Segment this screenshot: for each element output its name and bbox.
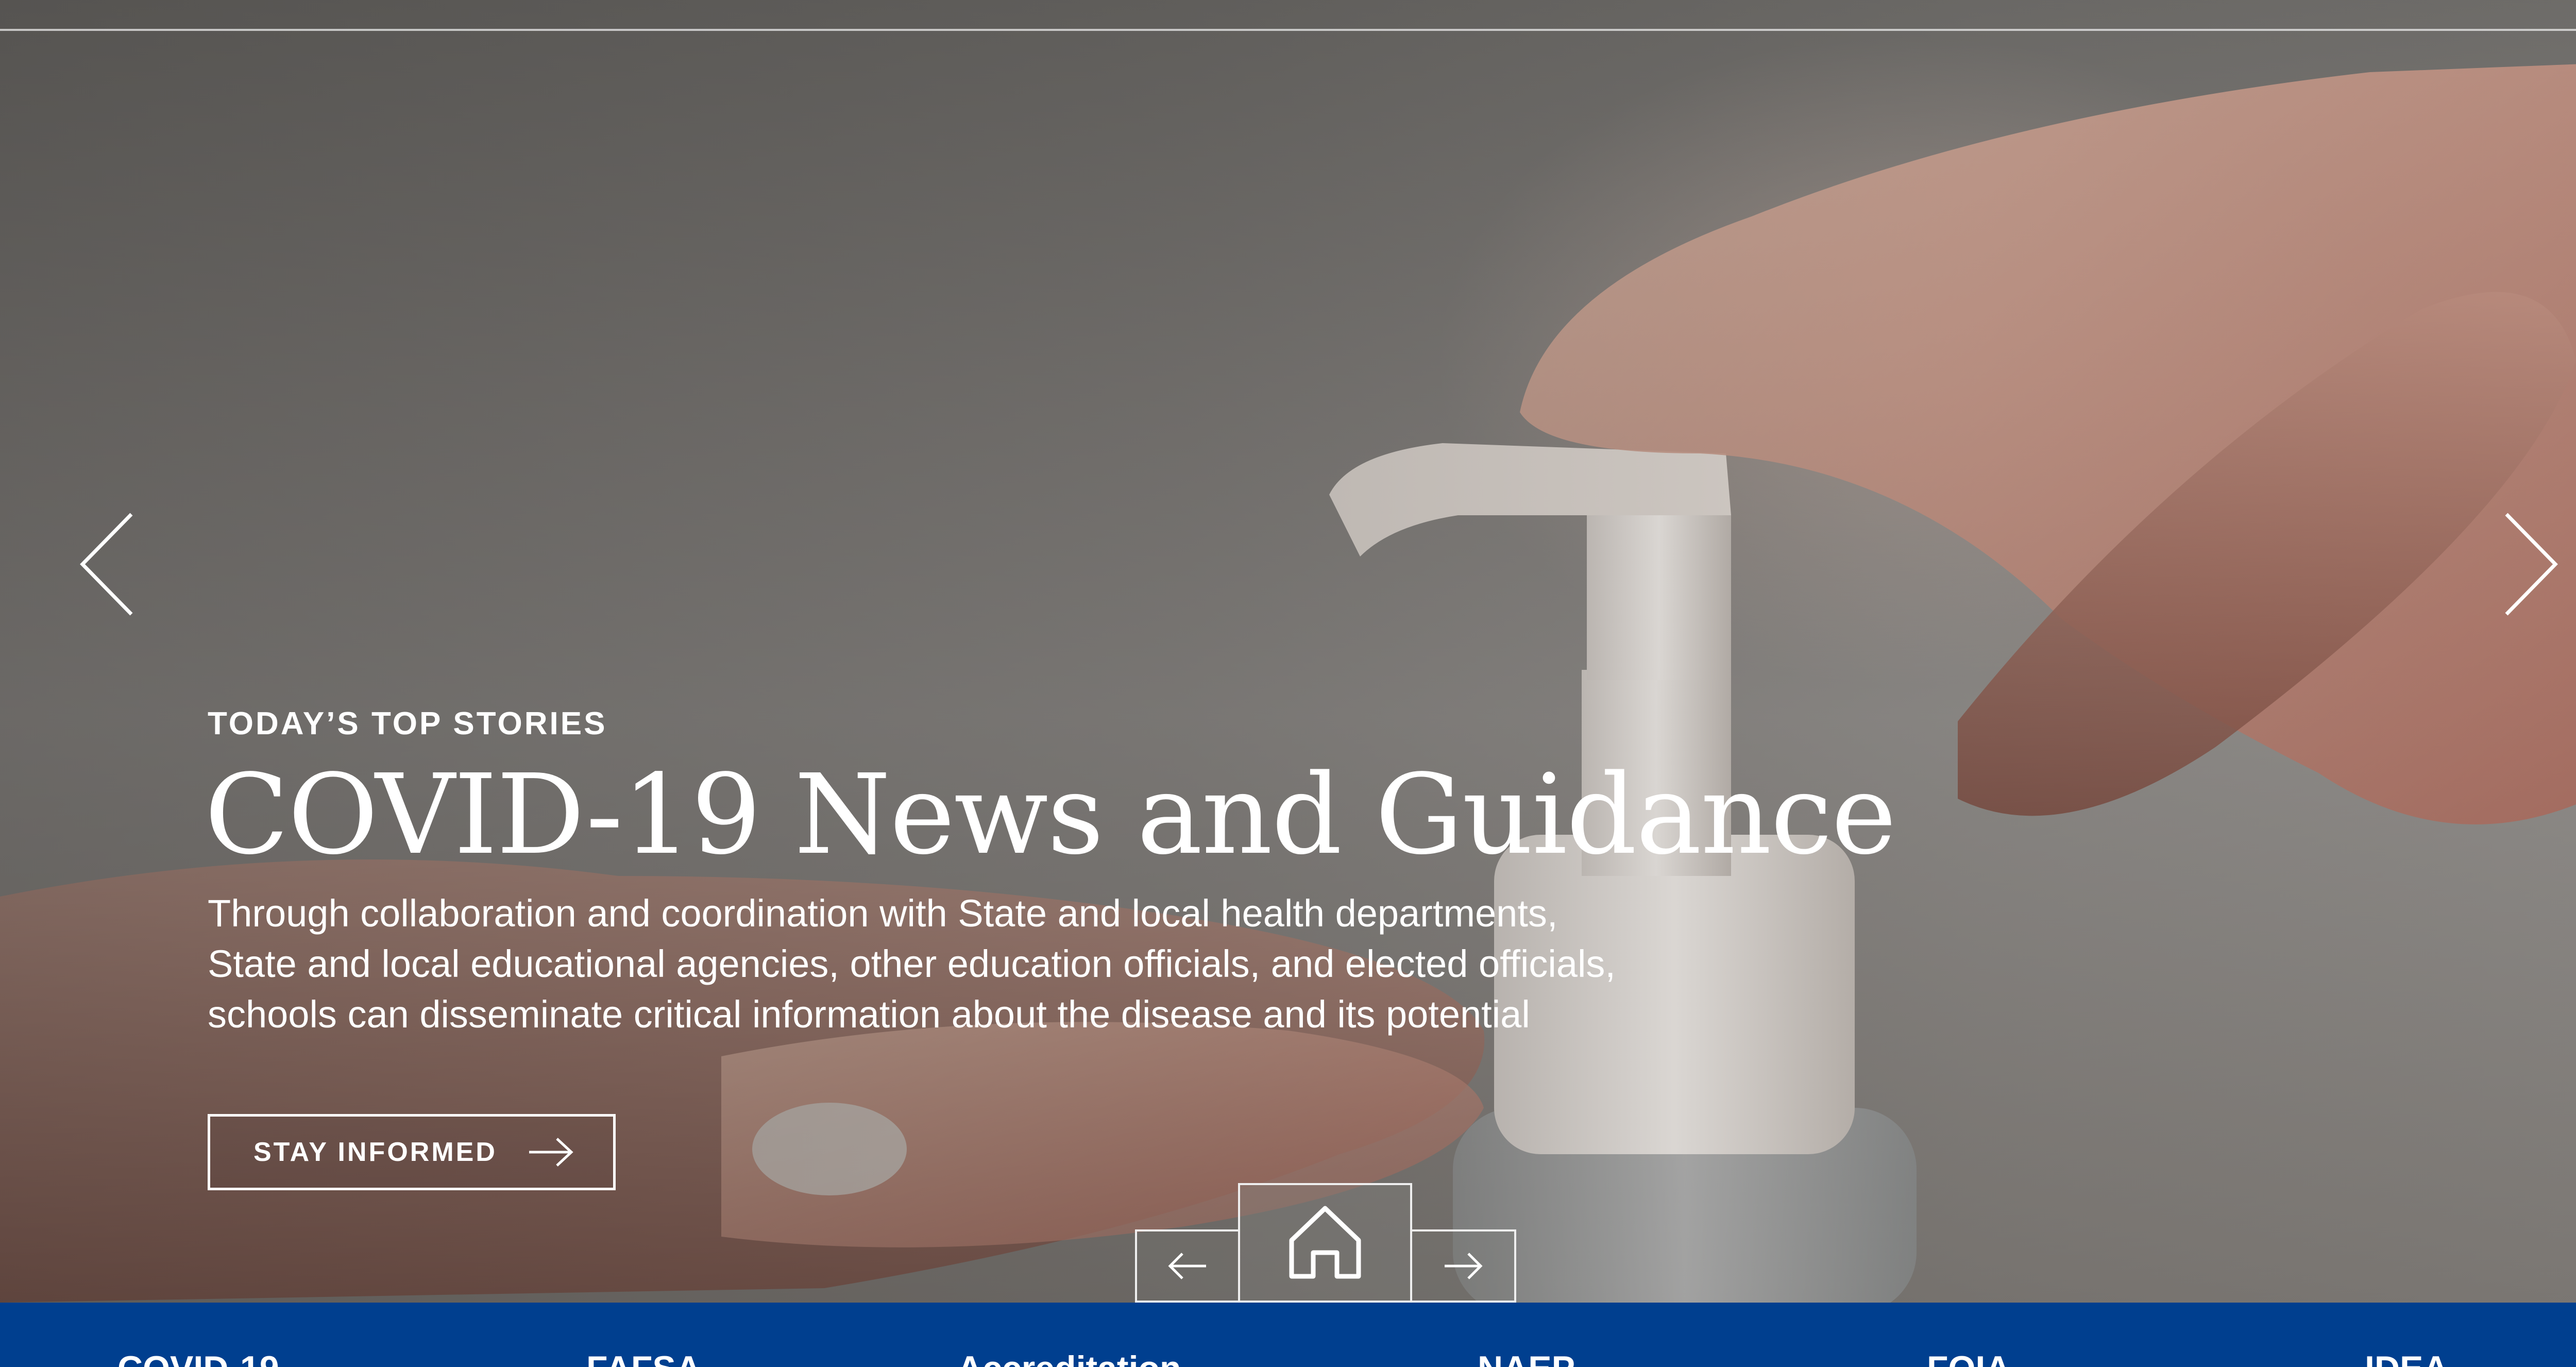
pager-home-button[interactable] — [1238, 1183, 1412, 1303]
pager-prev-button[interactable] — [1135, 1229, 1240, 1303]
story-summary: Through collaboration and coordination w… — [208, 888, 1856, 1040]
arrow-right-icon — [529, 1138, 573, 1167]
story-summary-line: State and local educational agencies, ot… — [208, 942, 1616, 985]
story-summary-line: Through collaboration and coordination w… — [208, 892, 1558, 935]
pager-next-button[interactable] — [1410, 1229, 1516, 1303]
arrow-left-icon — [1168, 1253, 1206, 1279]
hero-carousel: TODAY’S TOP STORIES COVID-19 News and Gu… — [0, 0, 2576, 1303]
story-summary-line: schools can disseminate critical informa… — [208, 993, 1530, 1036]
topic-link-fafsa[interactable]: FAFSA — [586, 1348, 701, 1367]
hero-story: TODAY’S TOP STORIES COVID-19 News and Gu… — [205, 701, 1908, 1040]
stay-informed-button[interactable]: STAY INFORMED — [208, 1114, 616, 1190]
header-divider — [0, 29, 2576, 31]
chevron-left-icon — [80, 513, 133, 616]
story-headline[interactable]: COVID-19 News and Guidance — [205, 753, 1908, 877]
carousel-prev-button[interactable] — [77, 510, 139, 618]
story-eyebrow: TODAY’S TOP STORIES — [208, 706, 607, 741]
arrow-right-icon — [1445, 1253, 1483, 1279]
stay-informed-label: STAY INFORMED — [253, 1137, 497, 1167]
chevron-right-icon — [2505, 513, 2558, 616]
topic-link-covid[interactable]: COVID-19 — [117, 1348, 279, 1367]
topic-link-foia[interactable]: FOIA — [1927, 1348, 2010, 1367]
home-icon — [1289, 1206, 1361, 1279]
topic-link-naep[interactable]: NAEP — [1478, 1348, 1575, 1367]
hero-overlay — [0, 0, 2576, 1303]
topic-nav-bar: COVID-19 FAFSA Accreditation NAEP FOIA I… — [0, 1303, 2576, 1367]
carousel-next-button[interactable] — [2499, 510, 2561, 618]
topic-link-idea[interactable]: IDEA — [2365, 1348, 2448, 1367]
topic-link-accreditation[interactable]: Accreditation — [957, 1348, 1181, 1367]
